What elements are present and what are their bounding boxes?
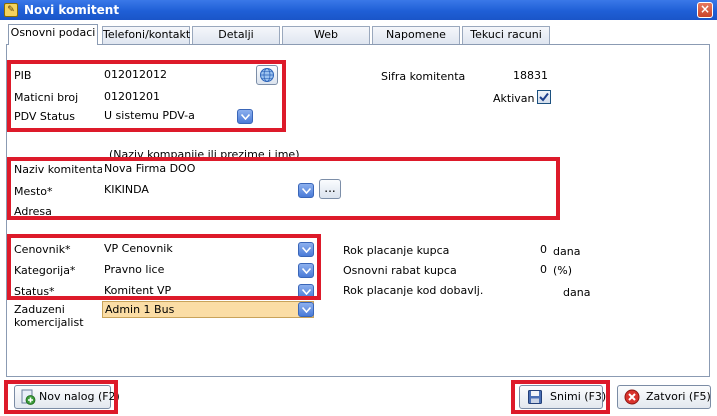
- cenovnik-dropdown-button[interactable]: [298, 242, 314, 257]
- checkmark-icon: [539, 92, 549, 102]
- mesto-dropdown-button[interactable]: [298, 183, 314, 198]
- maticni-broj-label: Maticni broj: [14, 91, 79, 104]
- zaduzeni-label-line1: Zaduzeni: [14, 303, 65, 316]
- tab-strip: Osnovni podaci Telefoni/kontakt Detalji …: [8, 24, 708, 45]
- chevron-down-icon: [302, 289, 311, 295]
- chevron-down-icon: [302, 188, 311, 194]
- rok-placanje-kupca-unit: dana: [553, 245, 581, 258]
- chevron-down-icon: [302, 247, 311, 253]
- adresa-label: Adresa: [14, 205, 52, 218]
- tab-tekuci-racuni[interactable]: Tekuci racuni: [462, 26, 550, 44]
- title-bar: ✎ Novi komitent ×: [0, 0, 717, 20]
- tab-detalji[interactable]: Detalji: [192, 26, 280, 44]
- globe-icon: [260, 68, 274, 82]
- aktivan-checkbox[interactable]: [537, 90, 551, 104]
- add-document-icon: [21, 389, 36, 405]
- window-close-button[interactable]: ×: [697, 2, 713, 18]
- app-icon: ✎: [4, 3, 18, 17]
- mesto-browse-button[interactable]: ...: [319, 179, 341, 199]
- kategorija-label: Kategorija*: [14, 264, 76, 277]
- maticni-broj-input[interactable]: 01201201: [102, 89, 252, 106]
- tab-telefoni-kontakt[interactable]: Telefoni/kontakt: [102, 26, 190, 44]
- naziv-komitenta-input[interactable]: Nova Firma DOO: [102, 161, 550, 178]
- osnovni-rabat-input[interactable]: 0: [486, 262, 550, 279]
- footer-bar: Nov nalog (F2) Snimi (F3) Zatvori (F5): [0, 378, 717, 416]
- pdv-status-label: PDV Status: [14, 110, 75, 123]
- rok-placanje-dobavljac-unit: dana: [563, 286, 591, 299]
- osnovni-rabat-label: Osnovni rabat kupca: [343, 264, 457, 277]
- chevron-down-icon: [302, 307, 311, 313]
- adresa-input[interactable]: [102, 203, 314, 220]
- web-lookup-button[interactable]: [256, 65, 278, 85]
- cenovnik-label: Cenovnik*: [14, 243, 71, 256]
- kategorija-dropdown-button[interactable]: [298, 263, 314, 278]
- rok-placanje-dobavljac-input[interactable]: [486, 282, 550, 299]
- pib-input[interactable]: 012012012: [102, 67, 252, 84]
- zaduzeni-komercijalist-select[interactable]: Admin 1 Bus: [102, 301, 314, 318]
- status-dropdown-button[interactable]: [298, 284, 314, 299]
- nov-nalog-button[interactable]: Nov nalog (F2): [14, 385, 120, 409]
- rok-placanje-kupca-label: Rok placanje kupca: [343, 244, 450, 257]
- pdv-status-select[interactable]: U sistemu PDV-a: [102, 108, 252, 125]
- naziv-komitenta-label: Naziv komitenta: [14, 163, 104, 176]
- zatvori-label: Zatvori (F5): [646, 390, 711, 403]
- pib-label: PIB: [14, 69, 32, 82]
- novi-komitent-window: ✎ Novi komitent × Osnovni podaci Telefon…: [0, 0, 717, 416]
- snimi-label: Snimi (F3): [550, 390, 607, 403]
- pdv-status-dropdown-button[interactable]: [237, 109, 253, 124]
- nov-nalog-label: Nov nalog (F2): [39, 390, 120, 403]
- zaduzeni-label-line2: komercijalist: [14, 316, 84, 329]
- chevron-down-icon: [241, 114, 250, 120]
- mesto-select[interactable]: KIKINDA: [102, 182, 314, 199]
- sifra-komitenta-input[interactable]: 18831: [467, 68, 551, 85]
- tab-napomene[interactable]: Napomene: [372, 26, 460, 44]
- aktivan-label: Aktivan: [493, 92, 535, 105]
- kategorija-select[interactable]: Pravno lice: [102, 262, 314, 279]
- rok-placanje-kupca-input[interactable]: 0: [486, 242, 550, 259]
- zatvori-button[interactable]: Zatvori (F5): [617, 385, 711, 409]
- floppy-disk-icon: [528, 390, 542, 404]
- tab-osnovni-podaci[interactable]: Osnovni podaci: [8, 24, 98, 45]
- status-select[interactable]: Komitent VP: [102, 283, 314, 300]
- rok-placanje-dobavljac-label: Rok placanje kod dobavlj.: [343, 284, 484, 297]
- naziv-hint: (Naziv kompanije ili prezime i ime): [109, 148, 300, 161]
- osnovni-rabat-unit: (%): [553, 264, 573, 277]
- close-circle-icon: [624, 389, 640, 405]
- mesto-label: Mesto*: [14, 185, 53, 198]
- snimi-button[interactable]: Snimi (F3): [519, 385, 607, 409]
- status-label: Status*: [14, 285, 55, 298]
- window-title: Novi komitent: [24, 3, 120, 17]
- sifra-komitenta-label: Sifra komitenta: [381, 70, 466, 83]
- tab-web[interactable]: Web: [282, 26, 370, 44]
- zaduzeni-dropdown-button[interactable]: [298, 302, 314, 317]
- chevron-down-icon: [302, 268, 311, 274]
- cenovnik-select[interactable]: VP Cenovnik: [102, 241, 314, 258]
